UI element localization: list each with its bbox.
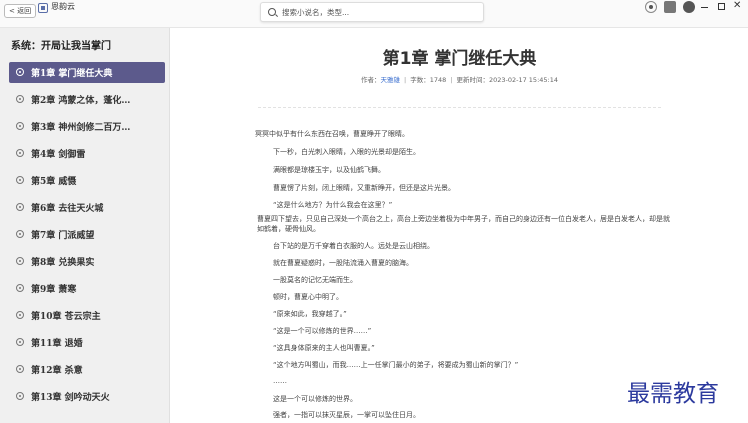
paragraph: 曹夏愣了片刻，闭上眼睛，又重新睁开，但还是这片光景。 xyxy=(273,184,455,192)
meta-separator: | xyxy=(450,76,453,84)
chapter-icon xyxy=(16,176,24,184)
chapter-item[interactable]: 第11章 退婚 xyxy=(9,332,165,353)
author-label: 作者： xyxy=(361,76,381,84)
paragraph: “原来如此，我穿越了。” xyxy=(273,310,347,318)
chapter-item[interactable]: 第7章 门派威望 xyxy=(9,224,165,245)
chapter-icon xyxy=(16,203,24,211)
paragraph: “这是什么地方？为什么我会在这里？” xyxy=(273,201,393,209)
chapter-icon xyxy=(16,230,24,238)
chapter-icon xyxy=(16,338,24,346)
bookshelf-icon[interactable] xyxy=(664,1,676,13)
search-input[interactable] xyxy=(282,6,477,19)
paragraph: …… xyxy=(273,377,287,385)
chapter-meta: 作者：天雅雄 | 字数：1748 | 更新时间：2023-02-17 15:45:14 xyxy=(171,74,748,84)
back-button[interactable]: < 返回 xyxy=(4,4,37,18)
app-name: 恩韵云 xyxy=(51,2,75,11)
chapter-item[interactable]: 第9章 萧寒 xyxy=(9,278,165,299)
chapter-label: 第2章 鸿蒙之体，蓬化… xyxy=(31,96,131,106)
paragraph: “这具身体原来的主人也叫曹夏。” xyxy=(273,344,375,352)
word-count: 1748 xyxy=(429,76,447,84)
chapter-item[interactable]: 第1章 掌门继任大典 xyxy=(9,62,165,83)
chapter-title: 第1章 掌门继任大典 xyxy=(382,49,537,69)
chapter-label: 第12章 杀意 xyxy=(31,366,83,376)
chapter-label: 第8章 兑换果实 xyxy=(31,258,95,268)
paragraph: “这个地方叫蜀山，而我……上一任掌门最小的弟子，将要成为蜀山新的掌门？” xyxy=(273,361,519,369)
reading-area: 第1章 掌门继任大典 作者：天雅雄 | 字数：1748 | 更新时间：2023-02-1… xyxy=(171,28,748,423)
word-count-label: 字数： xyxy=(410,76,430,84)
paragraph: 满眼都是琼楼玉宇，以及仙鹤飞舞。 xyxy=(273,166,385,174)
chapter-item[interactable]: 第13章 剑吟动天火 xyxy=(9,386,165,407)
chapter-item[interactable]: 第6章 去往天火城 xyxy=(9,197,165,218)
chapter-icon xyxy=(16,257,24,265)
search-box[interactable] xyxy=(260,2,484,22)
chapter-label: 第7章 门派威望 xyxy=(31,231,95,241)
chapter-item[interactable]: 第3章 神州剑修二百万… xyxy=(9,116,165,137)
close-icon[interactable]: ✕ xyxy=(733,1,741,11)
chapter-icon xyxy=(16,95,24,103)
paragraph: 就在曹夏疑惑时，一股陆流涌入曹夏的脑海。 xyxy=(273,259,413,267)
paragraph: 下一秒，白光刺入眼睛，入眼的光景却是陌生。 xyxy=(273,148,420,156)
chapter-label: 第13章 剑吟动天火 xyxy=(31,393,110,403)
chapter-icon xyxy=(16,311,24,319)
chapter-icon xyxy=(16,122,24,130)
chapter-icon xyxy=(16,149,24,157)
chapter-label: 第11章 退婚 xyxy=(31,339,83,349)
title-divider xyxy=(258,107,661,108)
chapter-item[interactable]: 第8章 兑换果实 xyxy=(9,251,165,272)
paragraph: 台下站的是万千穿着白衣服的人。远处是云山相绕。 xyxy=(273,242,434,250)
chapter-item[interactable]: 第2章 鸿蒙之体，蓬化… xyxy=(9,89,165,110)
top-bar: < 返回 恩韵云 ✕ xyxy=(0,0,748,28)
chapter-icon xyxy=(16,284,24,292)
chapter-icon xyxy=(16,392,24,400)
author-link[interactable]: 天雅雄 xyxy=(381,76,401,84)
paragraph: 强者，一指可以抹灭星辰，一掌可以坠住日月。 xyxy=(273,411,420,419)
updated-label: 更新时间： xyxy=(456,76,489,84)
updated-time: 2023-02-17 15:45:14 xyxy=(488,76,558,84)
paragraph: 冥冥中似乎有什么东西在召唤，曹夏睁开了眼睛。 xyxy=(255,130,409,138)
chapter-label: 第5章 威慑 xyxy=(31,177,77,187)
book-title: 系统：开局让我当掌门 xyxy=(11,41,111,52)
chapter-item[interactable]: 第4章 剑御雷 xyxy=(9,143,165,164)
chapter-label: 第9章 萧寒 xyxy=(31,285,77,295)
meta-separator: | xyxy=(404,76,407,84)
chapter-item[interactable]: 第5章 威慑 xyxy=(9,170,165,191)
user-icon[interactable] xyxy=(683,1,695,13)
eye-icon[interactable] xyxy=(645,1,657,13)
chapter-item[interactable]: 第12章 杀意 xyxy=(9,359,165,380)
paragraph: 这是一个可以修炼的世界。 xyxy=(273,395,357,403)
chapter-icon xyxy=(16,68,24,76)
chapter-label: 第4章 剑御雷 xyxy=(31,150,86,160)
search-icon xyxy=(268,8,276,16)
chapter-label: 第1章 掌门继任大典 xyxy=(31,69,113,79)
chapter-item[interactable]: 第10章 苍云宗主 xyxy=(9,305,165,326)
minimize-icon[interactable] xyxy=(701,3,709,11)
chapter-icon xyxy=(16,365,24,373)
chapter-label: 第10章 苍云宗主 xyxy=(31,312,101,322)
watermark: 最需教育 xyxy=(627,381,719,407)
paragraph: “这是一个可以修炼的世界……” xyxy=(273,327,372,335)
app-logo-icon xyxy=(38,3,48,13)
chapter-label: 第6章 去往天火城 xyxy=(31,204,104,214)
maximize-icon[interactable] xyxy=(718,3,725,10)
paragraph: 曹夏四下望去，只见自己深处一个高台之上，高台上旁边坐着极为中年男子，而自己的身边… xyxy=(257,215,670,233)
chapter-label: 第3章 神州剑修二百万… xyxy=(31,123,131,133)
chapter-sidebar: 系统：开局让我当掌门 第1章 掌门继任大典第2章 鸿蒙之体，蓬化… 第3章 神州剑… xyxy=(0,28,170,423)
paragraph: 顿时，曹夏心中明了。 xyxy=(273,293,343,301)
paragraph: 一股莫名的记忆无端而生。 xyxy=(273,276,357,284)
